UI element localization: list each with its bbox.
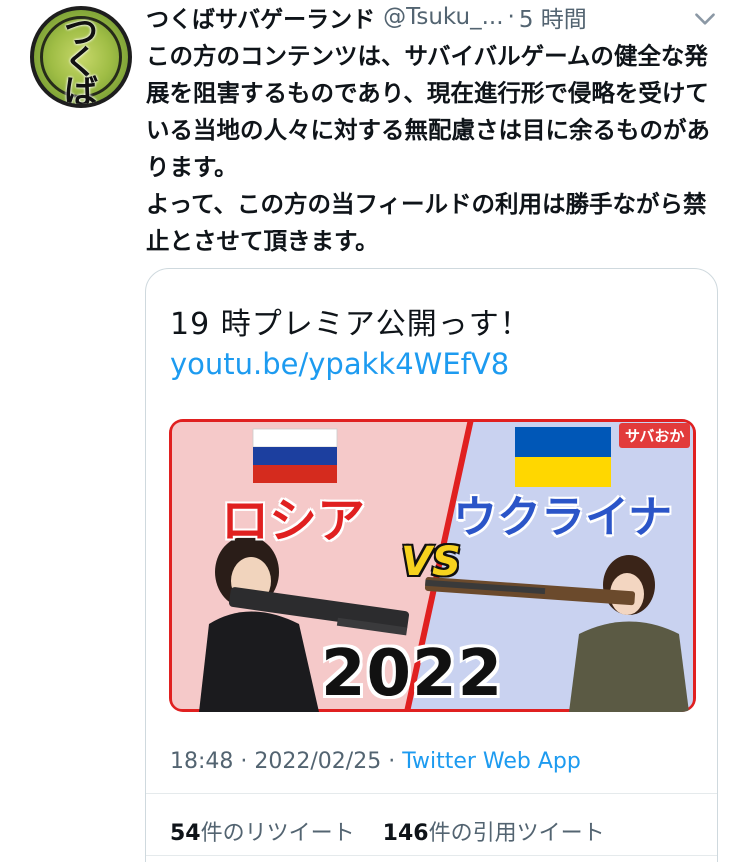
quoted-tweet-text: 19 時プレミア公開っす！ bbox=[170, 307, 531, 342]
russia-flag bbox=[252, 428, 338, 483]
video-thumbnail[interactable]: サバおか ロシア ウクライナ VS 2022 bbox=[169, 419, 696, 712]
thumbnail-label-right: ウクライナ bbox=[453, 492, 673, 543]
thumbnail-label-year: 2022 bbox=[321, 637, 504, 711]
meta-date[interactable]: 2022/02/25 bbox=[254, 749, 381, 774]
separator-dot: · bbox=[507, 4, 515, 30]
quotes-stat[interactable]: 146件の引用ツイート bbox=[383, 821, 605, 846]
retweets-label: 件のリツイート bbox=[200, 821, 355, 846]
quotes-label: 件の引用ツイート bbox=[428, 821, 605, 846]
avatar[interactable]: つ く ば bbox=[30, 6, 132, 108]
tweet-text-paragraph-1: この方のコンテンツは、サバイバルゲームの健全な発展を阻害するものであり、現在進行… bbox=[146, 42, 710, 181]
quotes-count: 146 bbox=[382, 821, 429, 846]
avatar-logo-text: つ く ば bbox=[64, 13, 98, 108]
tweet-header: つくばサバゲーランド @Tsuku_... · 5 時間 bbox=[146, 0, 726, 34]
meta-time[interactable]: 18:48 bbox=[170, 749, 233, 774]
quoted-tweet-card[interactable]: 19 時プレミア公開っす！ youtu.be/ypakk4WEfV8 サバおか … bbox=[145, 268, 718, 862]
channel-tag: サバおか bbox=[619, 423, 691, 448]
quoted-tweet-link[interactable]: youtu.be/ypakk4WEfV8 bbox=[170, 347, 509, 381]
divider bbox=[146, 793, 717, 794]
engagement-stats: 54件のリツイート 146件の引用ツイート bbox=[170, 815, 605, 847]
user-handle[interactable]: @Tsuku_... bbox=[383, 4, 503, 30]
meta-separator: · bbox=[381, 749, 403, 774]
meta-separator: · bbox=[233, 749, 255, 774]
thumbnail-label-left: ロシア bbox=[219, 492, 366, 551]
display-name[interactable]: つくばサバゲーランド bbox=[146, 0, 375, 34]
thumbnail-label-vs: VS bbox=[401, 539, 461, 585]
meta-source[interactable]: Twitter Web App bbox=[402, 749, 581, 774]
tweet-text-paragraph-2: よって、この方の当フィールドの利用は勝手ながら禁止とさせて頂きます。 bbox=[146, 190, 707, 255]
ukraine-flag bbox=[515, 427, 611, 487]
retweets-count: 54 bbox=[170, 821, 201, 846]
divider bbox=[146, 855, 717, 856]
chevron-down-icon[interactable] bbox=[690, 4, 720, 34]
tweet-time[interactable]: 5 時間 bbox=[519, 0, 587, 34]
tweet-text: この方のコンテンツは、サバイバルゲームの健全な発展を阻害するものであり、現在進行… bbox=[146, 38, 716, 260]
tweet: つ く ば つくばサバゲーランド @Tsuku_... · 5 時間 この方のコ… bbox=[0, 0, 750, 862]
retweets-stat[interactable]: 54件のリツイート bbox=[170, 821, 355, 846]
tweet-meta: 18:48 · 2022/02/25 · Twitter Web App bbox=[170, 749, 581, 774]
